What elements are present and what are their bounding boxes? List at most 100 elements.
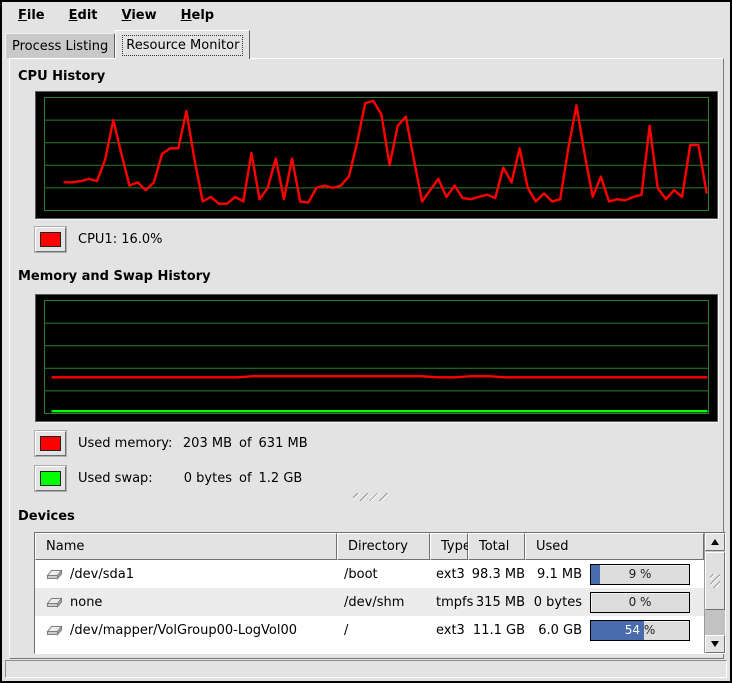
- swap-color-swatch-icon: [40, 471, 61, 486]
- app-window: File Edit View Help Process Listing Reso…: [0, 0, 732, 683]
- used-swap-label: Used swap:: [78, 471, 174, 486]
- column-header-total[interactable]: Total: [468, 533, 525, 560]
- device-type: ext3: [430, 623, 468, 638]
- total-swap-value: 1.2 GB: [259, 471, 303, 486]
- usage-bar: 0 % 0 %: [590, 592, 690, 613]
- used-memory-of: of: [239, 436, 252, 451]
- table-row[interactable]: /dev/mapper/VolGroup00-LogVol00 / ext3 1…: [35, 616, 704, 644]
- device-name: /dev/sda1: [70, 567, 134, 582]
- column-header-used[interactable]: Used: [525, 533, 704, 560]
- pane-resize-grip[interactable]: [353, 493, 389, 501]
- device-total: 315 MB: [468, 595, 525, 610]
- table-row[interactable]: /dev/sda1 /boot ext3 98.3 MB 9.1 MB 9 % …: [35, 560, 704, 588]
- used-swap-text: Used swap:0 bytes of 1.2 GB: [78, 471, 302, 486]
- resource-monitor-page: CPU History CPU1: 16.0% Memory and Swap …: [9, 58, 724, 659]
- devices-table-body: Name Directory Type Total Used /dev/sda1…: [35, 533, 704, 653]
- device-name: /dev/mapper/VolGroup00-LogVol00: [70, 623, 297, 638]
- devices-title: Devices: [18, 509, 75, 524]
- scroll-up-button[interactable]: [705, 533, 725, 551]
- used-swap-value: 0 bytes: [174, 471, 232, 486]
- device-total: 98.3 MB: [468, 567, 525, 582]
- used-memory-value: 203 MB: [174, 436, 232, 451]
- tab-bar: Process Listing Resource Monitor: [2, 29, 730, 58]
- tab-process-listing[interactable]: Process Listing: [5, 33, 115, 58]
- memory-history-title: Memory and Swap History: [18, 269, 211, 284]
- cpu-history-graph: [35, 91, 718, 219]
- disk-icon: [46, 596, 63, 609]
- column-header-directory-label: Directory: [348, 539, 408, 554]
- device-name: none: [70, 595, 102, 610]
- disk-icon: [46, 568, 63, 581]
- menu-view-label: iew: [131, 8, 156, 23]
- devices-table-header: Name Directory Type Total Used: [35, 533, 704, 560]
- scrollbar-grip-icon: [710, 574, 720, 588]
- used-swap-legend: Used swap:0 bytes of 1.2 GB: [35, 465, 302, 491]
- device-name-cell: /dev/mapper/VolGroup00-LogVol00: [35, 623, 337, 638]
- tab-resource-monitor[interactable]: Resource Monitor: [115, 30, 250, 59]
- column-header-type[interactable]: Type: [430, 533, 468, 560]
- usage-percent-label: 9 %: [591, 565, 689, 584]
- menu-edit[interactable]: Edit: [61, 5, 106, 26]
- usage-bar: 9 % 9 %: [590, 564, 690, 585]
- cpu-history-chart: [36, 92, 717, 218]
- usage-percent-label-overlay: 54 %: [591, 621, 644, 640]
- menu-view[interactable]: View: [114, 5, 165, 26]
- device-directory: /dev/shm: [337, 595, 430, 610]
- device-used: 6.0 GB: [525, 623, 582, 638]
- used-memory-label: Used memory:: [78, 436, 174, 451]
- used-swap-of: of: [239, 471, 252, 486]
- menu-help[interactable]: Help: [173, 5, 222, 26]
- scroll-down-button[interactable]: [705, 635, 725, 653]
- used-memory-text: Used memory:203 MB of 631 MB: [78, 436, 308, 451]
- device-used-cell: 9.1 MB 9 % 9 %: [525, 564, 704, 585]
- device-name-cell: none: [35, 595, 337, 610]
- memory-color-swatch-icon: [40, 436, 61, 451]
- column-header-total-label: Total: [479, 539, 509, 554]
- disk-icon: [46, 624, 63, 637]
- tab-resource-monitor-label: Resource Monitor: [122, 35, 243, 56]
- usage-percent-label-overlay: 9 %: [591, 565, 600, 584]
- cpu-color-swatch-icon: [40, 232, 61, 247]
- arrow-up-icon: [711, 539, 719, 545]
- menu-file[interactable]: File: [10, 5, 53, 26]
- device-type: ext3: [430, 567, 468, 582]
- device-used: 9.1 MB: [525, 567, 582, 582]
- scrollbar-trough[interactable]: [705, 610, 725, 635]
- cpu-legend-label: CPU1: 16.0%: [78, 232, 163, 247]
- device-type: tmpfs: [430, 595, 468, 610]
- device-directory: /: [337, 623, 430, 638]
- menu-edit-accesskey: E: [69, 8, 78, 23]
- memory-color-button[interactable]: [35, 431, 66, 456]
- menu-file-accesskey: F: [18, 8, 27, 23]
- column-header-name-label: Name: [46, 539, 84, 554]
- menubar: File Edit View Help: [2, 2, 730, 29]
- vertical-scrollbar[interactable]: [704, 533, 725, 653]
- usage-bar-fill: 54 %: [591, 621, 644, 640]
- total-memory-value: 631 MB: [259, 436, 308, 451]
- device-name-cell: /dev/sda1: [35, 567, 337, 582]
- devices-table: Name Directory Type Total Used /dev/sda1…: [34, 532, 726, 654]
- memory-history-chart: [36, 295, 717, 421]
- menu-view-accesskey: V: [122, 8, 132, 23]
- usage-percent-label: 0 %: [591, 593, 689, 612]
- table-row[interactable]: none /dev/shm tmpfs 315 MB 0 bytes 0 % 0…: [35, 588, 704, 616]
- cpu-color-button[interactable]: [35, 227, 66, 252]
- usage-bar: 54 % 54 %: [590, 620, 690, 641]
- column-header-used-label: Used: [536, 539, 569, 554]
- usage-bar-fill: 9 %: [591, 565, 600, 584]
- device-used: 0 bytes: [525, 595, 582, 610]
- cpu-legend: CPU1: 16.0%: [35, 226, 163, 252]
- column-header-type-label: Type: [441, 539, 471, 554]
- device-directory: /boot: [337, 567, 430, 582]
- scrollbar-thumb[interactable]: [705, 552, 725, 610]
- device-used-cell: 0 bytes 0 % 0 %: [525, 592, 704, 613]
- status-bar: [5, 660, 727, 678]
- column-header-name[interactable]: Name: [35, 533, 337, 560]
- menu-file-label: ile: [27, 8, 45, 23]
- menu-help-label: elp: [192, 8, 215, 23]
- cpu-history-title: CPU History: [18, 69, 105, 84]
- swap-color-button[interactable]: [35, 466, 66, 491]
- tab-process-listing-label: Process Listing: [12, 39, 108, 54]
- arrow-down-icon: [711, 641, 719, 647]
- column-header-directory[interactable]: Directory: [337, 533, 430, 560]
